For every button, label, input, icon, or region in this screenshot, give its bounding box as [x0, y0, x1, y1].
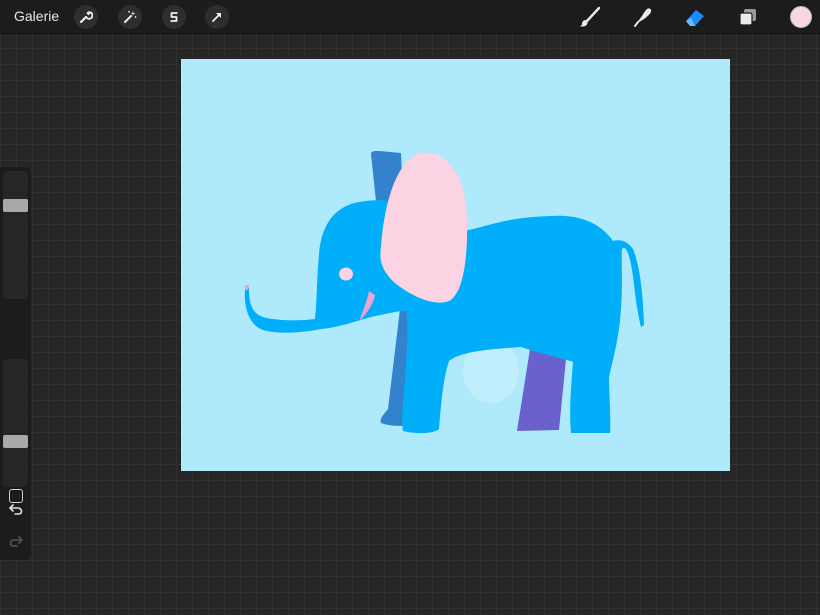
arrow-cursor-icon: [212, 13, 221, 22]
gallery-button[interactable]: Galerie: [14, 8, 59, 24]
elephant-illustration: [244, 151, 645, 434]
redo-arrow-icon[interactable]: [8, 533, 24, 549]
drawing-canvas[interactable]: [181, 59, 730, 471]
back-leg: [517, 349, 566, 431]
layers-icon: [739, 9, 756, 26]
magic-wand-icon: [124, 10, 137, 23]
adjustments-button[interactable]: [118, 5, 142, 29]
left-sidebar: [0, 167, 31, 560]
selection-button[interactable]: [162, 5, 186, 29]
transform-button[interactable]: [205, 5, 229, 29]
brush-size-thumb[interactable]: [3, 198, 28, 212]
elephant-eye: [339, 267, 353, 281]
brush-button[interactable]: [576, 4, 604, 30]
smudge-finger-icon: [634, 8, 652, 27]
eraser-icon: [686, 10, 704, 26]
undo-arrow-icon[interactable]: [8, 501, 24, 517]
brush-size-slider[interactable]: [3, 171, 28, 299]
wrench-icon: [79, 11, 93, 24]
layers-button[interactable]: [734, 4, 762, 30]
color-picker-button[interactable]: [790, 6, 812, 28]
eraser-button[interactable]: [681, 4, 709, 30]
opacity-thumb[interactable]: [3, 434, 28, 448]
opacity-slider[interactable]: [3, 359, 28, 487]
top-toolbar: Galerie: [0, 0, 820, 33]
actions-button[interactable]: [74, 5, 98, 29]
selection-s-icon: [170, 12, 178, 22]
smudge-button[interactable]: [629, 4, 657, 30]
brush-icon: [579, 6, 601, 27]
